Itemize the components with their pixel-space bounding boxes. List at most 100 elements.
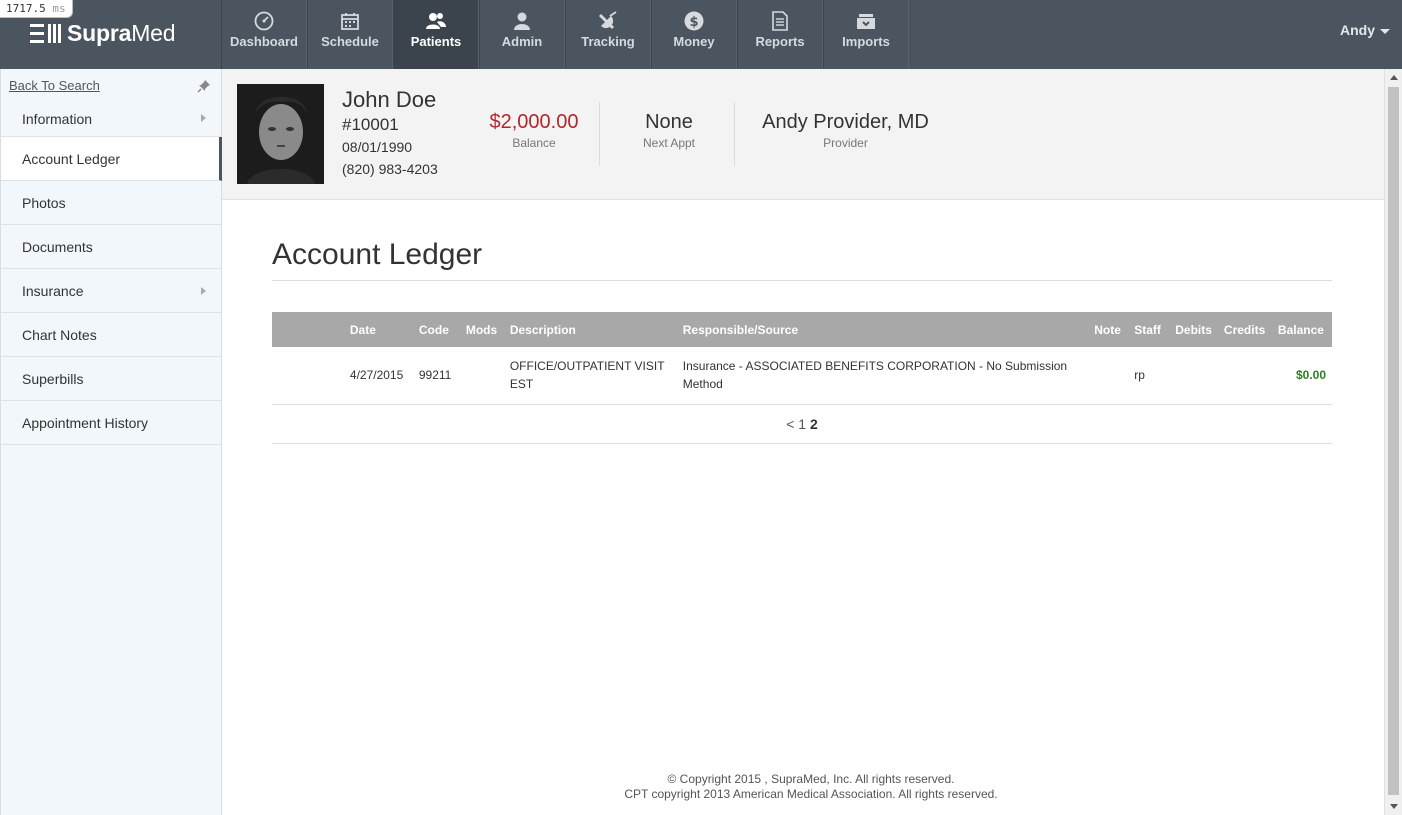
scroll-up-arrow-icon[interactable] (1390, 75, 1398, 80)
column-header-spacer (272, 312, 344, 347)
column-header-date[interactable]: Date (344, 312, 413, 347)
column-header-debits[interactable]: Debits (1169, 312, 1218, 347)
page-footer: © Copyright 2015 , SupraMed, Inc. All ri… (222, 772, 1400, 802)
table-header-row: Date Code Mods Description Responsible/S… (272, 312, 1332, 347)
nav-imports[interactable]: Imports (823, 0, 909, 69)
chevron-right-icon (201, 286, 206, 295)
nav-money[interactable]: $ Money (651, 0, 737, 69)
chevron-right-icon (201, 113, 206, 122)
patient-sidebar: Back To Search Information Account Ledge… (0, 69, 222, 815)
sidebar-item-documents[interactable]: Documents (1, 225, 222, 269)
column-header-note[interactable]: Note (1088, 312, 1128, 347)
cell-balance: $0.00 (1295, 368, 1326, 383)
nav-tracking[interactable]: Tracking (565, 0, 651, 69)
column-header-credits[interactable]: Credits (1218, 312, 1272, 347)
sidebar-item-label: Appointment History (22, 414, 149, 431)
top-navbar: SupraMed Dashboard Schedule Patients Adm… (0, 0, 1402, 76)
supramed-logo[interactable]: SupraMed (30, 18, 176, 48)
sidebar-item-label: Superbills (22, 370, 84, 387)
main-nav: Dashboard Schedule Patients Admin Tracki… (221, 0, 909, 76)
nav-label: Schedule (321, 34, 379, 49)
column-header-description[interactable]: Description (504, 312, 677, 347)
logo-mark-icon (30, 23, 61, 43)
sidebar-item-label: Photos (22, 194, 66, 211)
sidebar-item-appointment-history[interactable]: Appointment History (1, 401, 222, 445)
cell-note (1088, 347, 1128, 404)
next-appt-value: None (645, 111, 693, 133)
pagination: < 1 2 (272, 405, 1332, 444)
page-title: Account Ledger (272, 238, 483, 271)
nav-label: Admin (501, 34, 543, 49)
pin-icon[interactable] (197, 79, 211, 93)
column-header-staff[interactable]: Staff (1128, 312, 1169, 347)
row-spacer (272, 347, 344, 404)
patient-name: John Doe (342, 87, 437, 112)
back-to-search-link[interactable]: Back To Search (9, 78, 100, 93)
nav-reports[interactable]: Reports (737, 0, 823, 69)
nav-admin[interactable]: Admin (479, 0, 565, 69)
chevron-down-icon (1380, 28, 1390, 34)
cell-description: OFFICE/OUTPATIENT VISIT EST (509, 359, 665, 392)
nav-label: Tracking (581, 34, 635, 49)
column-header-mods[interactable]: Mods (460, 312, 504, 347)
nav-dashboard[interactable]: Dashboard (221, 0, 307, 69)
logo-text-light: Med (131, 19, 176, 46)
sidebar-item-insurance[interactable]: Insurance (1, 269, 222, 313)
cell-source: Insurance - ASSOCIATED BENEFITS CORPORAT… (682, 359, 1068, 392)
timer-unit: ms (52, 2, 66, 15)
nav-schedule[interactable]: Schedule (307, 0, 393, 69)
ledger-table: Date Code Mods Description Responsible/S… (272, 312, 1332, 405)
pager-page-2: 2 (809, 416, 818, 432)
balance-value: $2,000.00 (489, 111, 579, 133)
patient-dob: 08/01/1990 (342, 139, 413, 155)
timer-value: 1717.5 (6, 2, 46, 15)
next-appt-label: Next Appt (642, 136, 696, 150)
patient-photo[interactable] (237, 84, 324, 184)
sidebar-item-label: Insurance (22, 282, 84, 299)
patient-id: #10001 (342, 115, 399, 134)
scrollbar-thumb[interactable] (1388, 87, 1399, 795)
render-timer: 1717.5 ms (0, 0, 73, 18)
cell-credits (1218, 347, 1272, 404)
cell-debits (1169, 347, 1218, 404)
copyright-line: © Copyright 2015 , SupraMed, Inc. All ri… (667, 772, 955, 786)
table-row[interactable]: 4/27/2015 99211 OFFICE/OUTPATIENT VISIT … (272, 347, 1332, 404)
provider-stat: Andy Provider, MD Provider (752, 111, 939, 150)
cell-staff: rp (1134, 368, 1145, 383)
balance-label: Balance (512, 136, 556, 150)
sidebar-item-label: Chart Notes (22, 326, 97, 343)
sidebar-item-label: Information (22, 111, 93, 127)
scroll-down-arrow-icon[interactable] (1390, 804, 1398, 809)
user-menu[interactable]: Andy (1340, 22, 1390, 38)
sidebar-item-label: Documents (22, 238, 93, 255)
provider-label: Provider (823, 136, 868, 150)
column-header-source[interactable]: Responsible/Source (677, 312, 1089, 347)
column-header-code[interactable]: Code (413, 312, 460, 347)
next-appt-stat: None Next Appt (622, 111, 716, 150)
dashboard-icon (253, 10, 275, 32)
sidebar-item-information[interactable]: Information (1, 99, 222, 137)
pager-page-1[interactable]: 1 (798, 416, 806, 432)
cell-code: 99211 (418, 368, 452, 383)
nav-label: Imports (842, 34, 890, 49)
sidebar-item-superbills[interactable]: Superbills (1, 357, 222, 401)
logo-text-bold: Supra (67, 19, 132, 46)
nav-label: Reports (755, 34, 805, 49)
svg-text:$: $ (689, 15, 698, 30)
inbox-icon (855, 10, 877, 32)
calendar-icon (339, 10, 361, 32)
nav-label: Patients (410, 34, 462, 49)
nav-label: Dashboard (230, 34, 298, 49)
cpt-copyright-line: CPT copyright 2013 American Medical Asso… (624, 787, 998, 801)
sidebar-item-chart-notes[interactable]: Chart Notes (1, 313, 222, 357)
pager-prev[interactable]: < (786, 416, 794, 432)
sidebar-item-photos[interactable]: Photos (1, 181, 222, 225)
sidebar-menu: Information Account Ledger Photos Docume… (1, 99, 222, 445)
admin-icon (511, 10, 533, 32)
sidebar-item-account-ledger[interactable]: Account Ledger (1, 137, 222, 181)
divider (734, 102, 735, 166)
vertical-scrollbar[interactable] (1384, 69, 1402, 815)
cell-mods (460, 347, 504, 404)
nav-patients[interactable]: Patients (393, 0, 479, 76)
column-header-balance[interactable]: Balance (1272, 312, 1332, 347)
